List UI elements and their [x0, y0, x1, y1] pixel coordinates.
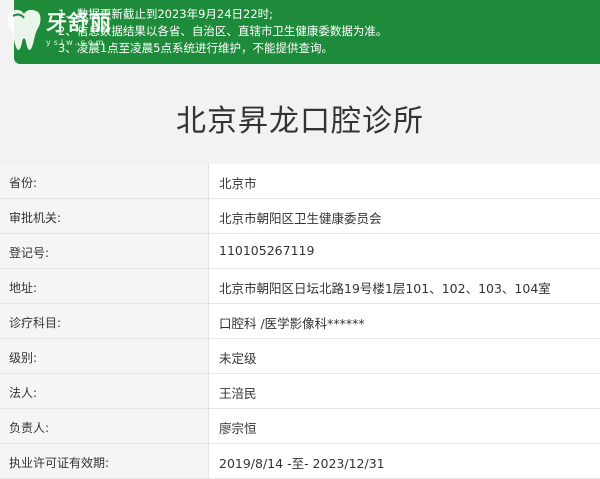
- info-table: 省份: 北京市 审批机关: 北京市朝阳区卫生健康委员会 登记号: 1101052…: [0, 164, 600, 479]
- table-row-license-validity: 执业许可证有效期: 2019/8/14 -至- 2023/12/31: [0, 444, 600, 479]
- table-row-province: 省份: 北京市: [0, 164, 600, 199]
- table-row-departments: 诊疗科目: 口腔科 /医学影像科******: [0, 304, 600, 339]
- page-title: 北京昇龙口腔诊所: [176, 104, 424, 139]
- table-row-authority: 审批机关: 北京市朝阳区卫生健康委员会: [0, 199, 600, 234]
- table-row-registration: 登记号: 110105267119: [0, 234, 600, 269]
- row-label: 登记号:: [9, 246, 50, 260]
- row-label: 诊疗科目:: [9, 316, 62, 330]
- brand-domain: yslw.com: [46, 38, 107, 47]
- table-row-person-in-charge: 负责人: 廖宗恒: [0, 409, 600, 444]
- row-value: 廖宗恒: [219, 421, 257, 436]
- row-label: 省份:: [9, 176, 38, 190]
- row-label: 级别:: [9, 351, 38, 365]
- row-value: 2019/8/14 -至- 2023/12/31: [219, 456, 385, 471]
- row-label: 审批机关:: [9, 211, 62, 225]
- brand-name: 牙舒丽: [46, 10, 112, 35]
- table-row-legal-person: 法人: 王涪民: [0, 374, 600, 409]
- row-value: 口腔科 /医学影像科******: [219, 316, 365, 331]
- row-label: 地址:: [9, 281, 38, 295]
- row-value: 北京市朝阳区卫生健康委员会: [219, 211, 382, 226]
- logo-watermark: 牙舒丽 yslw.com: [0, 0, 150, 64]
- row-value: 110105267119: [219, 243, 315, 258]
- row-label: 负责人:: [9, 421, 50, 435]
- table-row-address: 地址: 北京市朝阳区日坛北路19号楼1层101、102、103、104室: [0, 269, 600, 304]
- row-value: 未定级: [219, 351, 257, 366]
- table-row-level: 级别: 未定级: [0, 339, 600, 374]
- row-label: 执业许可证有效期:: [9, 456, 110, 470]
- row-value: 北京市朝阳区日坛北路19号楼1层101、102、103、104室: [219, 281, 551, 296]
- row-value: 王涪民: [219, 386, 257, 401]
- row-label: 法人:: [9, 386, 38, 400]
- tooth-logo-icon: [7, 9, 41, 51]
- row-value: 北京市: [219, 176, 257, 191]
